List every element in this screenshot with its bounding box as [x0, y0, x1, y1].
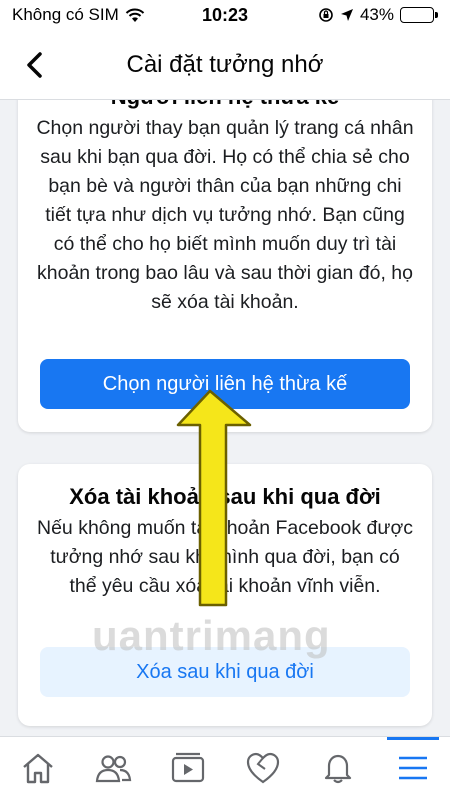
tab-notifications[interactable] [308, 737, 368, 799]
wifi-icon [125, 8, 144, 22]
delete-after-death-title: Xóa tài khoản sau khi qua đời [69, 484, 381, 509]
delete-after-death-button[interactable]: Xóa sau khi qua đời [40, 647, 410, 697]
tab-dating[interactable] [233, 737, 293, 799]
legacy-contact-description: Chọn người thay bạn quản lý trang cá nhâ… [36, 117, 414, 313]
bottom-tab-bar [0, 736, 450, 799]
home-icon [22, 753, 53, 784]
tab-home[interactable] [8, 737, 68, 799]
status-right: 43% [318, 5, 438, 25]
tab-menu[interactable] [383, 736, 443, 799]
status-left: Không có SIM [12, 5, 145, 25]
location-icon [340, 9, 353, 21]
tab-watch[interactable] [158, 737, 218, 799]
friends-icon [95, 755, 131, 783]
notifications-bell-icon [324, 754, 351, 784]
tab-friends[interactable] [83, 737, 143, 799]
status-bar: Không có SIM 10:23 43% [0, 0, 450, 30]
page-title: Cài đặt tưởng nhớ [126, 50, 324, 78]
legacy-contact-title: Người liên hệ thừa kế [18, 100, 432, 112]
chevron-left-icon [27, 52, 42, 78]
carrier-label: Không có SIM [12, 5, 119, 24]
battery-percent: 43% [359, 5, 394, 24]
delete-after-death-description: Nếu không muốn tài khoản Facebook được t… [37, 517, 413, 597]
dating-heart-icon [246, 752, 279, 784]
watch-video-icon [171, 752, 204, 783]
settings-content[interactable]: Người liên hệ thừa kế Chọn người thay bạ… [0, 100, 450, 736]
screen-lock-icon [319, 8, 333, 22]
menu-icon [398, 756, 427, 780]
app-header: Cài đặt tưởng nhớ [0, 30, 450, 100]
choose-legacy-contact-button[interactable]: Chọn người liên hệ thừa kế [40, 359, 410, 409]
legacy-contact-card: Người liên hệ thừa kế Chọn người thay bạ… [18, 100, 432, 432]
delete-after-death-card: Xóa tài khoản sau khi qua đời Nếu không … [18, 464, 432, 726]
battery-icon [400, 7, 438, 23]
back-button[interactable] [18, 48, 52, 82]
